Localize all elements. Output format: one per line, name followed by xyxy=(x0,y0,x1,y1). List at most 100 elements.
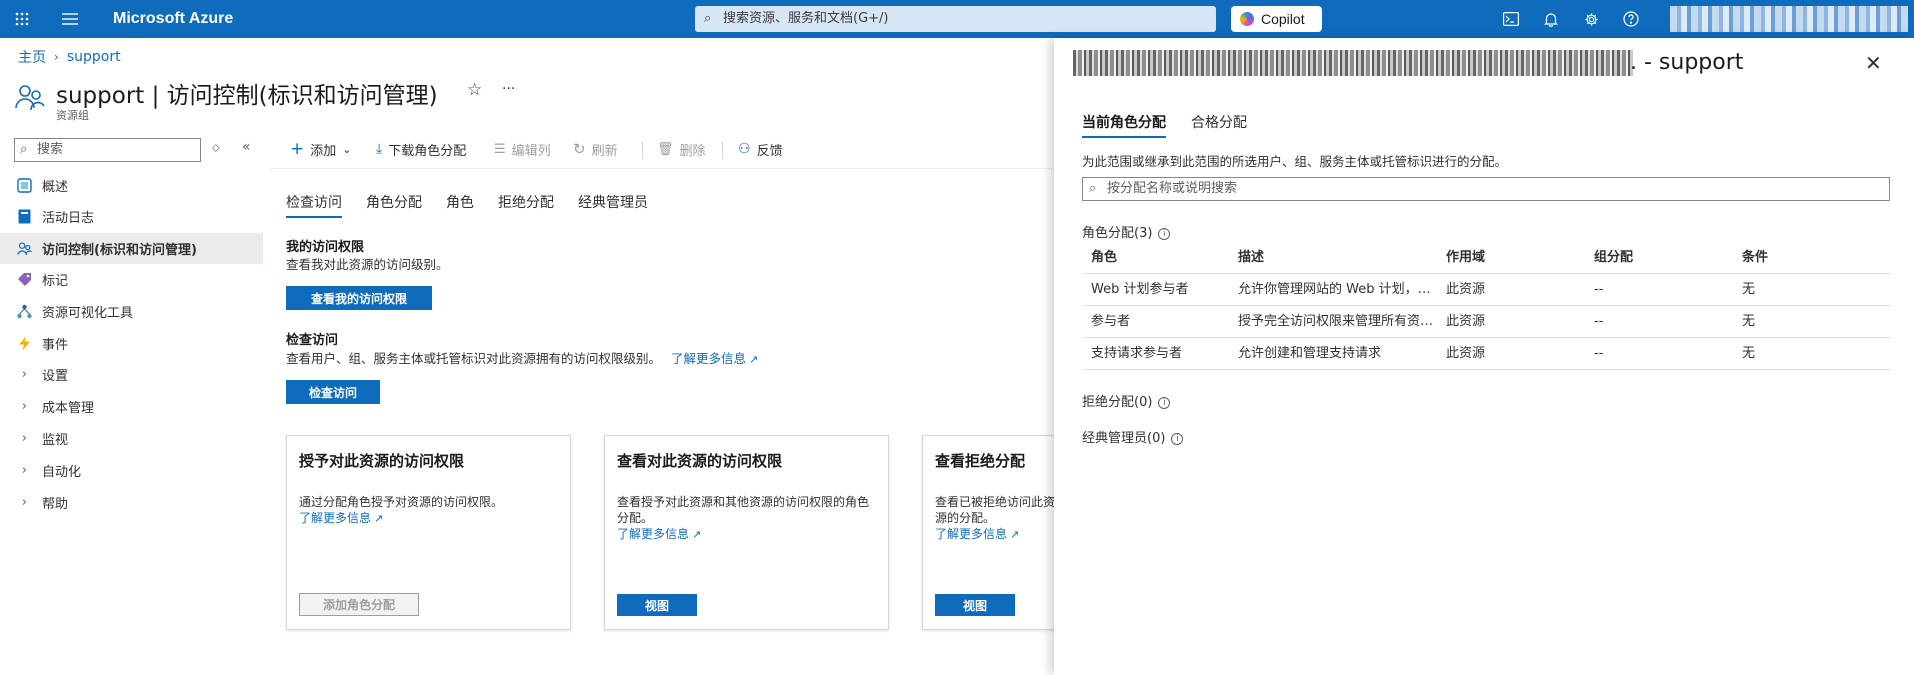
waffle-icon[interactable] xyxy=(10,0,34,38)
external-link-icon: ↗ xyxy=(692,528,702,541)
column-header-condition[interactable]: 条件 xyxy=(1742,246,1768,265)
sidebar-item-label: 活动日志 xyxy=(42,211,95,226)
refresh-label: 刷新 xyxy=(591,143,618,159)
role-description: 授予完全访问权限来管理所有资… xyxy=(1238,314,1434,329)
learn-more-label: 了解更多信息 xyxy=(617,527,690,541)
sidebar-item-monitoring[interactable]: › 监视 xyxy=(0,423,263,454)
sidebar-item-automation[interactable]: › 自动化 xyxy=(0,455,263,486)
tab-label: 拒绝分配 xyxy=(498,195,554,211)
account-avatar-redacted[interactable] xyxy=(1670,6,1908,32)
role-scope: 此资源 xyxy=(1446,346,1486,361)
external-link-icon: ↗ xyxy=(749,353,759,366)
learn-more-link[interactable]: 了解更多信息 ↗ xyxy=(935,527,1019,541)
add-role-assignment-button[interactable]: 添加角色分配 xyxy=(299,593,419,616)
global-search-placeholder: 搜索资源、服务和文档(G+/) xyxy=(723,11,889,26)
global-search-input[interactable]: ⌕ 搜索资源、服务和文档(G+/) xyxy=(695,6,1216,32)
tab-active-indicator xyxy=(286,216,342,218)
learn-more-label: 了解更多信息 xyxy=(935,527,1008,541)
sort-icon[interactable]: ⬦ xyxy=(212,141,220,155)
assignment-search-input[interactable]: ⌕ 按分配名称或说明搜索 xyxy=(1082,177,1890,201)
edit-columns-button[interactable]: ☰ 编辑列 xyxy=(494,138,551,160)
copilot-button[interactable]: Copilot xyxy=(1231,6,1322,32)
info-icon[interactable]: i xyxy=(1158,396,1171,409)
role-link[interactable]: Web 计划参与者 xyxy=(1091,274,1188,306)
sidebar-item-label: 标记 xyxy=(42,274,69,289)
sidebar-item-help[interactable]: › 帮助 xyxy=(0,487,263,518)
column-header-scope[interactable]: 作用域 xyxy=(1446,246,1485,265)
download-icon: ⤓ xyxy=(376,141,383,157)
info-icon[interactable]: i xyxy=(1171,432,1184,445)
role-group-assignment: -- xyxy=(1594,282,1604,297)
download-role-assignments-button[interactable]: ⤓ 下载角色分配 xyxy=(376,138,466,160)
panel-tab-eligible[interactable]: 合格分配 xyxy=(1191,112,1247,132)
role-link[interactable]: 支持请求参与者 xyxy=(1091,338,1182,370)
refresh-button[interactable]: ↻ 刷新 xyxy=(573,138,618,160)
view-button[interactable]: 视图 xyxy=(935,594,1015,616)
close-icon[interactable]: ✕ xyxy=(1865,51,1882,75)
card-desc: 查看已被拒绝访问此资源的分配。 xyxy=(935,495,1056,525)
help-icon[interactable] xyxy=(1620,0,1642,38)
check-access-button[interactable]: 检查访问 xyxy=(286,380,380,404)
column-header-description[interactable]: 描述 xyxy=(1238,246,1264,265)
learn-more-link[interactable]: 了解更多信息 ↗ xyxy=(671,351,758,366)
view-my-access-button[interactable]: 查看我的访问权限 xyxy=(286,286,432,310)
tab-label: 角色分配 xyxy=(366,195,422,211)
feedback-label: 反馈 xyxy=(756,143,783,159)
role-link[interactable]: 参与者 xyxy=(1091,306,1130,338)
table-row: 参与者 授予完全访问权限来管理所有资… 此资源 -- 无 xyxy=(1082,306,1890,338)
overview-icon xyxy=(17,178,32,193)
column-header-role[interactable]: 角色 xyxy=(1091,246,1117,265)
add-button[interactable]: + 添加 ⌄ xyxy=(290,138,351,160)
feedback-button[interactable]: ⚇ 反馈 xyxy=(738,138,783,160)
toolbar-separator xyxy=(270,168,1054,169)
check-access-desc-line: 查看用户、组、服务主体或托管标识对此资源拥有的访问权限级别。 了解更多信息 ↗ xyxy=(286,348,758,367)
toolbar-divider xyxy=(642,141,643,159)
sidebar-item-label: 自动化 xyxy=(42,465,82,480)
sidebar-item-events[interactable]: 事件 xyxy=(0,328,263,359)
search-icon: ⌕ xyxy=(20,142,28,157)
delete-button[interactable]: 🗑 删除 xyxy=(657,138,706,160)
tab-deny-assignments[interactable]: 拒绝分配 xyxy=(498,192,554,212)
deny-assignments-heading: 拒绝分配(0) i xyxy=(1082,391,1171,410)
learn-more-link[interactable]: 了解更多信息 ↗ xyxy=(299,511,383,525)
column-header-group-assignment[interactable]: 组分配 xyxy=(1594,246,1633,265)
sidebar-search-input[interactable]: ⌕ 搜索 xyxy=(14,138,201,162)
chevron-right-icon: › xyxy=(21,495,28,510)
role-scope: 此资源 xyxy=(1446,314,1486,329)
chevron-right-icon: › xyxy=(21,431,28,446)
sidebar-item-cost-management[interactable]: › 成本管理 xyxy=(0,391,263,422)
collapse-sidebar-icon[interactable]: « xyxy=(242,139,251,155)
star-icon[interactable]: ☆ xyxy=(467,80,482,100)
tab-role-assignments[interactable]: 角色分配 xyxy=(366,192,422,212)
more-options-button[interactable]: ··· xyxy=(502,81,515,97)
sidebar-item-settings[interactable]: › 设置 xyxy=(0,359,263,390)
download-label: 下载角色分配 xyxy=(388,143,467,159)
bell-icon[interactable] xyxy=(1540,0,1562,38)
brand-name[interactable]: Microsoft Azure xyxy=(113,0,233,38)
deny-assignments-label: 拒绝分配(0) xyxy=(1082,395,1153,410)
sidebar-item-activity-log[interactable]: 活动日志 xyxy=(0,201,263,232)
sidebar-item-resource-visualizer[interactable]: 资源可视化工具 xyxy=(0,296,263,327)
panel-tab-current[interactable]: 当前角色分配 xyxy=(1082,112,1166,138)
cloud-shell-icon[interactable] xyxy=(1500,0,1522,38)
tab-check-access[interactable]: 检查访问 xyxy=(286,192,342,218)
breadcrumb-home[interactable]: 主页 xyxy=(18,47,46,67)
breadcrumb-current[interactable]: support xyxy=(67,49,121,65)
sidebar-item-overview[interactable]: 概述 xyxy=(0,170,263,201)
card-view-access: 查看对此资源的访问权限 查看授予对此资源和其他资源的访问权限的角色分配。 了解更… xyxy=(604,435,889,630)
check-access-heading: 检查访问 xyxy=(286,333,339,348)
sidebar-item-tags[interactable]: 标记 xyxy=(0,264,263,295)
gear-icon[interactable] xyxy=(1580,0,1602,38)
info-icon[interactable]: i xyxy=(1158,227,1171,240)
panel-title-redacted xyxy=(1073,50,1633,76)
chevron-right-icon: › xyxy=(21,463,28,478)
hamburger-icon[interactable] xyxy=(58,0,82,38)
card-desc: 通过分配角色授予对资源的访问权限。 xyxy=(299,495,504,509)
tab-roles[interactable]: 角色 xyxy=(446,192,474,212)
view-button[interactable]: 视图 xyxy=(617,594,697,616)
learn-more-link[interactable]: 了解更多信息 ↗ xyxy=(617,527,701,541)
add-label: 添加 xyxy=(310,143,337,159)
sidebar-item-label: 事件 xyxy=(42,338,69,353)
tab-classic-administrators[interactable]: 经典管理员 xyxy=(578,192,648,212)
sidebar-item-access-control[interactable]: 访问控制(标识和访问管理) xyxy=(0,233,263,264)
